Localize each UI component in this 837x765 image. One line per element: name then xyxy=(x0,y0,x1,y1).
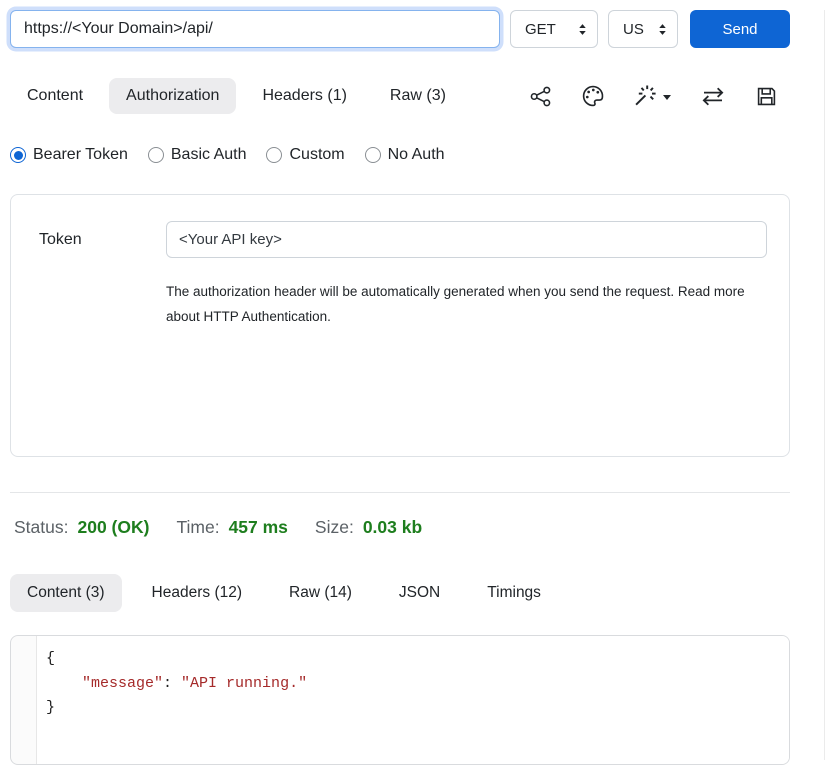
tab-response-timings[interactable]: Timings xyxy=(470,574,558,612)
radio-custom[interactable]: Custom xyxy=(266,146,344,164)
method-select-value: GET xyxy=(525,21,556,38)
region-select[interactable]: US xyxy=(608,10,678,48)
scrollbar-track[interactable] xyxy=(824,10,837,760)
radio-unselected-icon xyxy=(365,147,381,163)
share-button[interactable] xyxy=(529,85,552,108)
token-row: Token xyxy=(39,221,767,258)
share-icon xyxy=(529,85,552,108)
magic-wand-icon xyxy=(634,84,658,108)
token-label: Token xyxy=(39,231,166,249)
response-size: 0.03 kb xyxy=(363,517,422,538)
json-value: "API running." xyxy=(181,675,307,692)
request-tabs-row: Content Authorization Headers (1) Raw (3… xyxy=(10,78,790,114)
response-body-panel: { "message": "API running." } xyxy=(10,635,790,765)
toolbar xyxy=(529,84,790,108)
response-status-row: Status: 200 (OK) Time: 457 ms Size: 0.03… xyxy=(10,517,790,538)
token-input[interactable] xyxy=(166,221,767,258)
time-group: Time: 457 ms xyxy=(176,517,287,538)
swap-arrows-icon xyxy=(700,86,726,107)
request-bar: GET US Send xyxy=(10,10,790,48)
tab-response-json[interactable]: JSON xyxy=(382,574,457,612)
theme-button[interactable] xyxy=(581,84,605,108)
divider xyxy=(10,492,790,493)
updown-arrows-icon xyxy=(578,23,587,36)
response-json: { "message": "API running." } xyxy=(46,647,789,721)
api-tester: GET US Send Content Authorization Header… xyxy=(10,10,790,765)
send-button[interactable]: Send xyxy=(690,10,790,48)
tab-headers[interactable]: Headers (1) xyxy=(245,78,363,114)
auth-help-text: The authorization header will be automat… xyxy=(166,279,767,329)
tab-response-headers[interactable]: Headers (12) xyxy=(135,574,259,612)
updown-arrows-icon xyxy=(658,23,667,36)
radio-bearer-token[interactable]: Bearer Token xyxy=(10,146,128,164)
chevron-down-icon xyxy=(663,95,671,100)
save-button[interactable] xyxy=(755,85,778,108)
response-time: 457 ms xyxy=(229,517,288,538)
tab-authorization[interactable]: Authorization xyxy=(109,78,236,114)
region-select-value: US xyxy=(623,21,644,38)
url-input[interactable] xyxy=(10,10,500,48)
tab-response-raw[interactable]: Raw (14) xyxy=(272,574,369,612)
status-group: Status: 200 (OK) xyxy=(14,517,149,538)
json-key: "message" xyxy=(82,675,163,692)
request-tabs: Content Authorization Headers (1) Raw (3… xyxy=(10,78,463,114)
response-tabs: Content (3) Headers (12) Raw (14) JSON T… xyxy=(10,574,790,612)
code-area: { "message": "API running." } xyxy=(36,636,789,764)
tab-content[interactable]: Content xyxy=(10,78,100,114)
size-group: Size: 0.03 kb xyxy=(315,517,422,538)
radio-unselected-icon xyxy=(148,147,164,163)
swap-requests-button[interactable] xyxy=(700,86,726,107)
status-code: 200 (OK) xyxy=(77,517,149,538)
save-icon xyxy=(755,85,778,108)
tab-response-content[interactable]: Content (3) xyxy=(10,574,122,612)
authorization-panel: Token The authorization header will be a… xyxy=(10,194,790,457)
radio-basic-auth[interactable]: Basic Auth xyxy=(148,146,247,164)
auth-options: Bearer Token Basic Auth Custom No Auth xyxy=(10,146,790,164)
palette-icon xyxy=(581,84,605,108)
tab-raw[interactable]: Raw (3) xyxy=(373,78,463,114)
magic-menu-button[interactable] xyxy=(634,84,671,108)
method-select[interactable]: GET xyxy=(510,10,598,48)
radio-selected-icon xyxy=(10,147,26,163)
radio-unselected-icon xyxy=(266,147,282,163)
radio-no-auth[interactable]: No Auth xyxy=(365,146,445,164)
